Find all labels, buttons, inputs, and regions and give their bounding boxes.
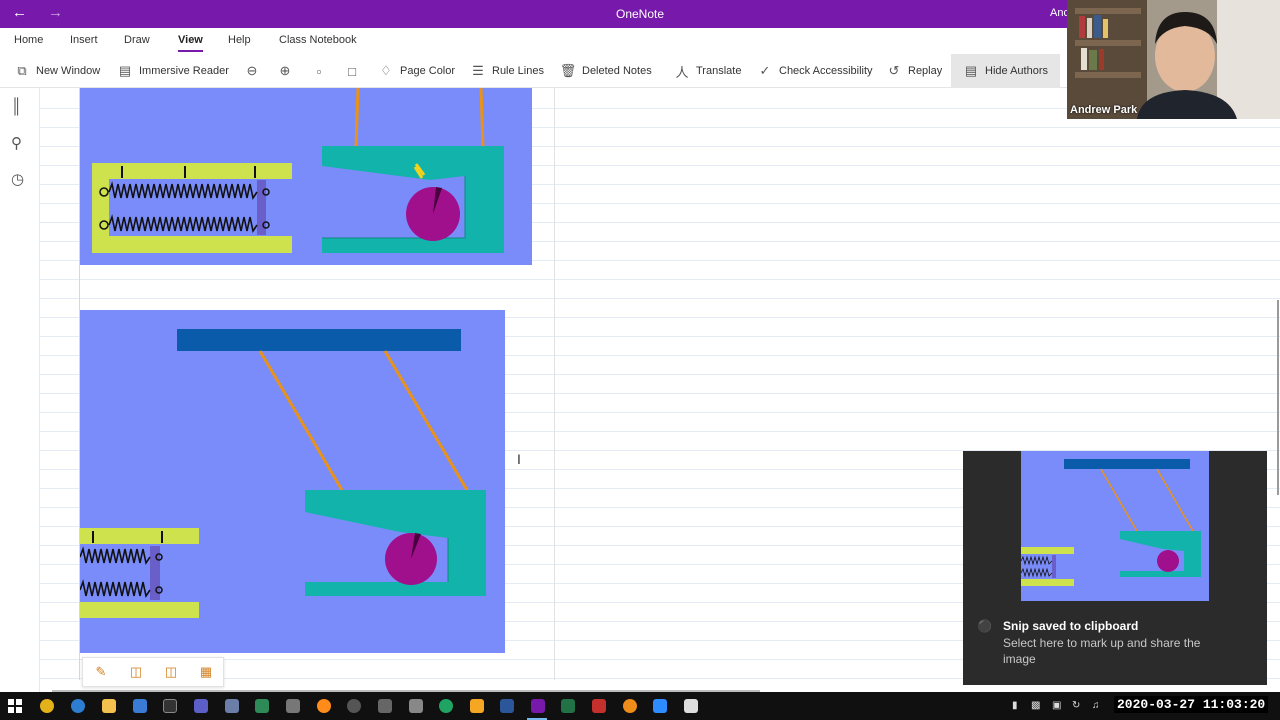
- settings-gear-icon[interactable]: [347, 699, 361, 713]
- rule-lines-label: Rule Lines: [492, 65, 544, 77]
- app-icon-orange[interactable]: [470, 699, 484, 713]
- excel-icon[interactable]: [561, 699, 575, 713]
- paste-merge-formatting-icon[interactable]: ◫: [128, 664, 144, 680]
- deleted-notes-label: Deleted Notes: [582, 65, 652, 77]
- tray-app-icon[interactable]: ▩: [1031, 700, 1040, 711]
- terminal-icon[interactable]: [163, 699, 177, 713]
- calculator-icon[interactable]: [286, 699, 300, 713]
- notebooks-icon[interactable]: ║: [11, 98, 22, 115]
- note-container-right-edge: [554, 88, 555, 680]
- hide-authors-label: Hide Authors: [985, 65, 1048, 77]
- zoom-in-button[interactable]: ⊕: [277, 61, 293, 81]
- tab-home[interactable]: Home: [14, 34, 43, 46]
- onenote-icon[interactable]: [531, 699, 545, 713]
- navigation-rail: ║ ⚲ ◷: [0, 88, 40, 692]
- page-width-icon: □: [348, 63, 356, 79]
- app-icon-arrow[interactable]: [409, 699, 423, 713]
- tray-network-icon[interactable]: ↻: [1072, 700, 1080, 711]
- app-icon-gray[interactable]: [378, 699, 392, 713]
- paste-keep-formatting-icon[interactable]: ✎: [93, 664, 109, 680]
- file-explorer-icon[interactable]: [102, 699, 116, 713]
- replay-label: Replay: [908, 65, 943, 77]
- acrobat-icon[interactable]: [592, 699, 606, 713]
- snip-sketch-icon: ⚫: [977, 619, 992, 633]
- snipping-tool-icon[interactable]: [225, 699, 239, 713]
- page-color-button[interactable]: ♢ Page Color: [378, 61, 455, 81]
- toast-message: Select here to mark up and share the ima…: [1003, 636, 1201, 666]
- check-accessibility-button[interactable]: ✓ Check Accessibility: [757, 61, 873, 81]
- text-cursor-ibeam-icon: I: [517, 451, 521, 467]
- zoom-in-icon: ⊕: [279, 63, 291, 78]
- paste-text-only-icon[interactable]: ◫: [163, 664, 179, 680]
- tab-draw[interactable]: Draw: [124, 34, 150, 46]
- vlc-icon[interactable]: [317, 699, 331, 713]
- hide-authors-icon: ▤: [964, 63, 978, 78]
- zoom-out-icon: ⊖: [246, 63, 258, 78]
- toast-title: Snip saved to clipboard: [1003, 619, 1139, 633]
- page-color-label: Page Color: [400, 65, 456, 77]
- edge-browser-icon[interactable]: [71, 699, 85, 713]
- paste-options-toolbar: ✎ ◫ ◫ ▦: [82, 657, 224, 687]
- new-window-label: New Window: [36, 65, 101, 77]
- webcam-participant-name: Andrew Park: [1070, 104, 1138, 116]
- store-icon[interactable]: [133, 699, 147, 713]
- new-window-icon: ⧉: [17, 63, 27, 78]
- immersive-reader-icon: ▤: [118, 63, 132, 78]
- teams-icon[interactable]: [194, 699, 208, 713]
- windows-taskbar: ▮ ▩ ▣ ↻ ♫: [0, 692, 1280, 720]
- windows-start-icon[interactable]: [8, 699, 22, 713]
- search-icon[interactable]: ⚲: [11, 134, 22, 152]
- immersive-reader-button[interactable]: ▤ Immersive Reader: [117, 61, 229, 81]
- translate-button[interactable]: 人 Translate: [674, 61, 741, 81]
- trash-icon: 🗑: [559, 63, 577, 78]
- word-icon[interactable]: [500, 699, 514, 713]
- tab-help[interactable]: Help: [228, 34, 251, 46]
- timestamp-overlay: 2020-03-27 11:03:20: [1114, 696, 1269, 713]
- vertical-scrollbar[interactable]: [1277, 300, 1279, 495]
- replay-button[interactable]: ↺ Replay: [886, 61, 943, 81]
- app-icon-green[interactable]: [255, 699, 269, 713]
- translate-label: Translate: [696, 65, 742, 77]
- actual-size-icon: ▫: [316, 63, 322, 79]
- snip-notification-toast[interactable]: ⚫ Snip saved to clipboard Select here to…: [963, 451, 1267, 685]
- rule-lines-button[interactable]: ☰ Rule Lines: [470, 61, 544, 81]
- hide-authors-button[interactable]: ▤ Hide Authors: [951, 54, 1060, 88]
- recent-notes-clock-icon[interactable]: ◷: [11, 170, 24, 188]
- zoom-out-button[interactable]: ⊖: [244, 61, 260, 81]
- webcam-video-overlay: Andrew Park: [1067, 0, 1280, 119]
- accessibility-check-icon: ✓: [759, 63, 771, 78]
- app-icon-green-circle[interactable]: [439, 699, 453, 713]
- tray-zoom-icon[interactable]: ▣: [1052, 700, 1061, 711]
- page-color-icon: ♢: [380, 63, 392, 78]
- page-width-button[interactable]: □: [344, 61, 360, 81]
- check-accessibility-label: Check Accessibility: [779, 65, 873, 77]
- immersive-reader-label: Immersive Reader: [139, 65, 229, 77]
- snip-preview-thumbnail: [1021, 451, 1209, 601]
- diagram-image-bottom[interactable]: [80, 310, 505, 653]
- tab-class-notebook[interactable]: Class Notebook: [279, 34, 357, 46]
- tray-device-icon[interactable]: ▮: [1012, 700, 1018, 711]
- tab-insert[interactable]: Insert: [70, 34, 98, 46]
- chrome-icon[interactable]: [40, 699, 54, 713]
- tray-volume-icon[interactable]: ♫: [1092, 700, 1100, 711]
- new-window-button[interactable]: ⧉ New Window: [14, 61, 100, 81]
- deleted-notes-button[interactable]: 🗑 Deleted Notes: [560, 61, 652, 81]
- zoom-100-button[interactable]: ▫: [311, 61, 327, 81]
- webcam-video-frame: [1067, 0, 1280, 119]
- calculator-app-icon[interactable]: [684, 699, 698, 713]
- rule-lines-icon: ☰: [472, 63, 484, 78]
- translate-icon: 人: [675, 64, 689, 80]
- paste-picture-icon[interactable]: ▦: [198, 664, 214, 680]
- diagram-image-top[interactable]: [80, 88, 532, 265]
- zoom-icon[interactable]: [653, 699, 667, 713]
- tab-view[interactable]: View: [178, 34, 203, 52]
- replay-icon: ↺: [888, 63, 900, 78]
- app-icon-orange-circle[interactable]: [623, 699, 637, 713]
